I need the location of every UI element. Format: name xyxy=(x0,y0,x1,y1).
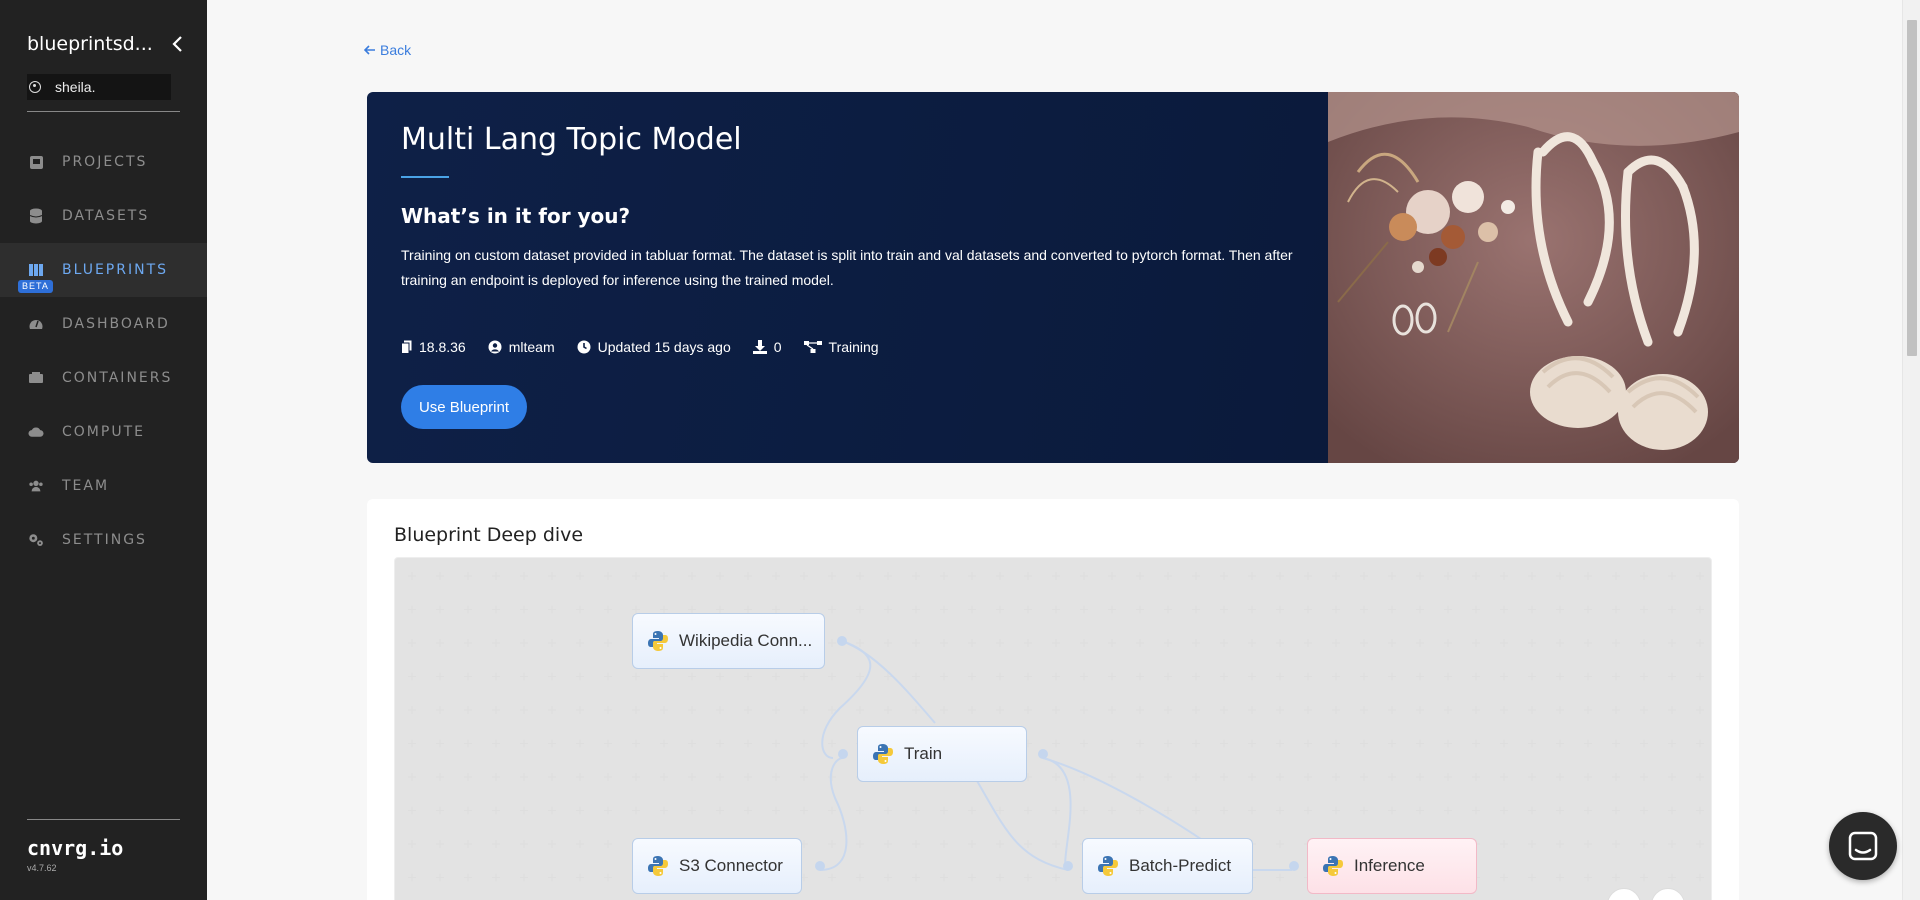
blueprint-hero: Multi Lang Topic Model What’s in it for … xyxy=(367,92,1739,463)
sidebar-item-label: SETTINGS xyxy=(62,532,147,548)
meta-version: 18.8.36 xyxy=(401,339,466,355)
node-label: Wikipedia Conn... xyxy=(679,631,813,650)
meta-type: Training xyxy=(803,339,879,355)
brand-logo[interactable]: cnvrg.io xyxy=(27,836,123,860)
sidebar-item-label: TEAM xyxy=(62,478,110,494)
node-wikipedia-connector[interactable]: Wikipedia Conn... xyxy=(632,613,825,669)
sidebar-bottom-divider xyxy=(27,819,180,820)
flow-icon xyxy=(803,341,822,353)
hero-image xyxy=(1328,92,1739,463)
blueprints-icon xyxy=(28,262,44,278)
chat-support-button[interactable] xyxy=(1829,812,1897,880)
node-batch-predict[interactable]: Batch-Predict xyxy=(1082,838,1253,894)
sidebar-item-label: COMPUTE xyxy=(62,424,145,440)
node-train[interactable]: Train xyxy=(857,726,1027,782)
sidebar-item-label: CONTAINERS xyxy=(62,370,173,386)
meta-downloads: 0 xyxy=(752,339,782,355)
workspace-header: blueprintsd... xyxy=(27,32,187,56)
updated-text: Updated 15 days ago xyxy=(597,339,731,355)
sidebar-nav: PROJECTS DATASETS BLUEPRINTS BETA DASHBO… xyxy=(0,135,207,567)
sidebar-item-label: DATASETS xyxy=(62,208,150,224)
meta-updated: Updated 15 days ago xyxy=(577,339,731,355)
node-label: Batch-Predict xyxy=(1129,856,1232,875)
python-icon xyxy=(648,856,668,876)
copy-icon xyxy=(401,340,412,354)
use-blueprint-button[interactable]: Use Blueprint xyxy=(401,385,527,429)
blueprint-meta: 18.8.36 mlteam Updated 15 days ago 0 Tra… xyxy=(401,339,879,355)
page-scrollbar[interactable] xyxy=(1902,0,1920,900)
user-icon xyxy=(29,81,41,93)
collapse-sidebar-icon[interactable] xyxy=(167,32,187,56)
sidebar-item-compute[interactable]: COMPUTE xyxy=(0,405,207,459)
title-underline xyxy=(401,176,449,178)
python-icon xyxy=(1323,856,1343,876)
back-label: Back xyxy=(380,42,412,58)
clock-icon xyxy=(577,340,591,354)
arrow-left-icon xyxy=(364,45,375,55)
node-label: S3 Connector xyxy=(679,856,783,875)
deep-dive-card: Blueprint Deep dive Wikipedia Conn... Tr… xyxy=(367,499,1739,900)
node-port[interactable] xyxy=(1063,861,1073,871)
node-label: Inference xyxy=(1354,856,1425,875)
sidebar-item-label: BLUEPRINTS xyxy=(62,262,169,278)
sidebar-item-settings[interactable]: SETTINGS xyxy=(0,513,207,567)
sidebar-item-containers[interactable]: CONTAINERS xyxy=(0,351,207,405)
projects-icon xyxy=(28,154,44,170)
version-text: 18.8.36 xyxy=(419,339,466,355)
page-title: Multi Lang Topic Model xyxy=(401,122,742,157)
sidebar: blueprintsd... sheila. PROJECTS DATASETS… xyxy=(0,0,207,900)
user-circle-icon xyxy=(488,340,502,354)
meta-owner: mlteam xyxy=(488,339,555,355)
app-version: v4.7.62 xyxy=(27,863,57,873)
settings-icon xyxy=(28,532,44,548)
flow-canvas[interactable]: Wikipedia Conn... Train S3 Connector Bat… xyxy=(394,557,1712,900)
beta-badge: BETA xyxy=(18,280,53,293)
dashboard-icon xyxy=(28,316,44,332)
sidebar-item-dashboard[interactable]: DASHBOARD xyxy=(0,297,207,351)
sidebar-item-label: DASHBOARD xyxy=(62,316,170,332)
node-port[interactable] xyxy=(1289,861,1299,871)
compute-icon xyxy=(28,424,44,440)
back-link[interactable]: Back xyxy=(364,42,411,58)
user-name: sheila. xyxy=(55,79,96,95)
type-text: Training xyxy=(828,339,879,355)
scrollbar-thumb[interactable] xyxy=(1907,20,1917,356)
sidebar-divider xyxy=(27,111,180,112)
node-inference[interactable]: Inference xyxy=(1307,838,1477,894)
node-port[interactable] xyxy=(815,861,825,871)
canvas-grid xyxy=(395,558,1711,900)
workspace-name[interactable]: blueprintsd... xyxy=(27,33,153,55)
deep-dive-title: Blueprint Deep dive xyxy=(394,524,584,546)
owner-text: mlteam xyxy=(508,339,555,355)
node-port[interactable] xyxy=(838,749,848,759)
download-icon xyxy=(752,340,767,354)
sidebar-item-projects[interactable]: PROJECTS xyxy=(0,135,207,189)
node-port[interactable] xyxy=(1038,749,1048,759)
datasets-icon xyxy=(28,208,44,224)
sidebar-item-blueprints[interactable]: BLUEPRINTS BETA xyxy=(0,243,207,297)
node-port[interactable] xyxy=(837,636,847,646)
downloads-count: 0 xyxy=(773,339,782,355)
user-menu[interactable]: sheila. xyxy=(27,74,171,100)
hero-description: Training on custom dataset provided in t… xyxy=(401,247,1293,288)
python-icon xyxy=(648,631,668,651)
node-s3-connector[interactable]: S3 Connector xyxy=(632,838,802,894)
team-icon xyxy=(28,478,44,494)
chat-icon xyxy=(1848,831,1878,861)
python-icon xyxy=(873,744,893,764)
python-icon xyxy=(1098,856,1118,876)
sidebar-item-team[interactable]: TEAM xyxy=(0,459,207,513)
containers-icon xyxy=(28,370,44,386)
hero-subtitle: What’s in it for you? xyxy=(401,204,631,228)
sidebar-item-datasets[interactable]: DATASETS xyxy=(0,189,207,243)
node-label: Train xyxy=(904,744,943,763)
sidebar-item-label: PROJECTS xyxy=(62,154,148,170)
